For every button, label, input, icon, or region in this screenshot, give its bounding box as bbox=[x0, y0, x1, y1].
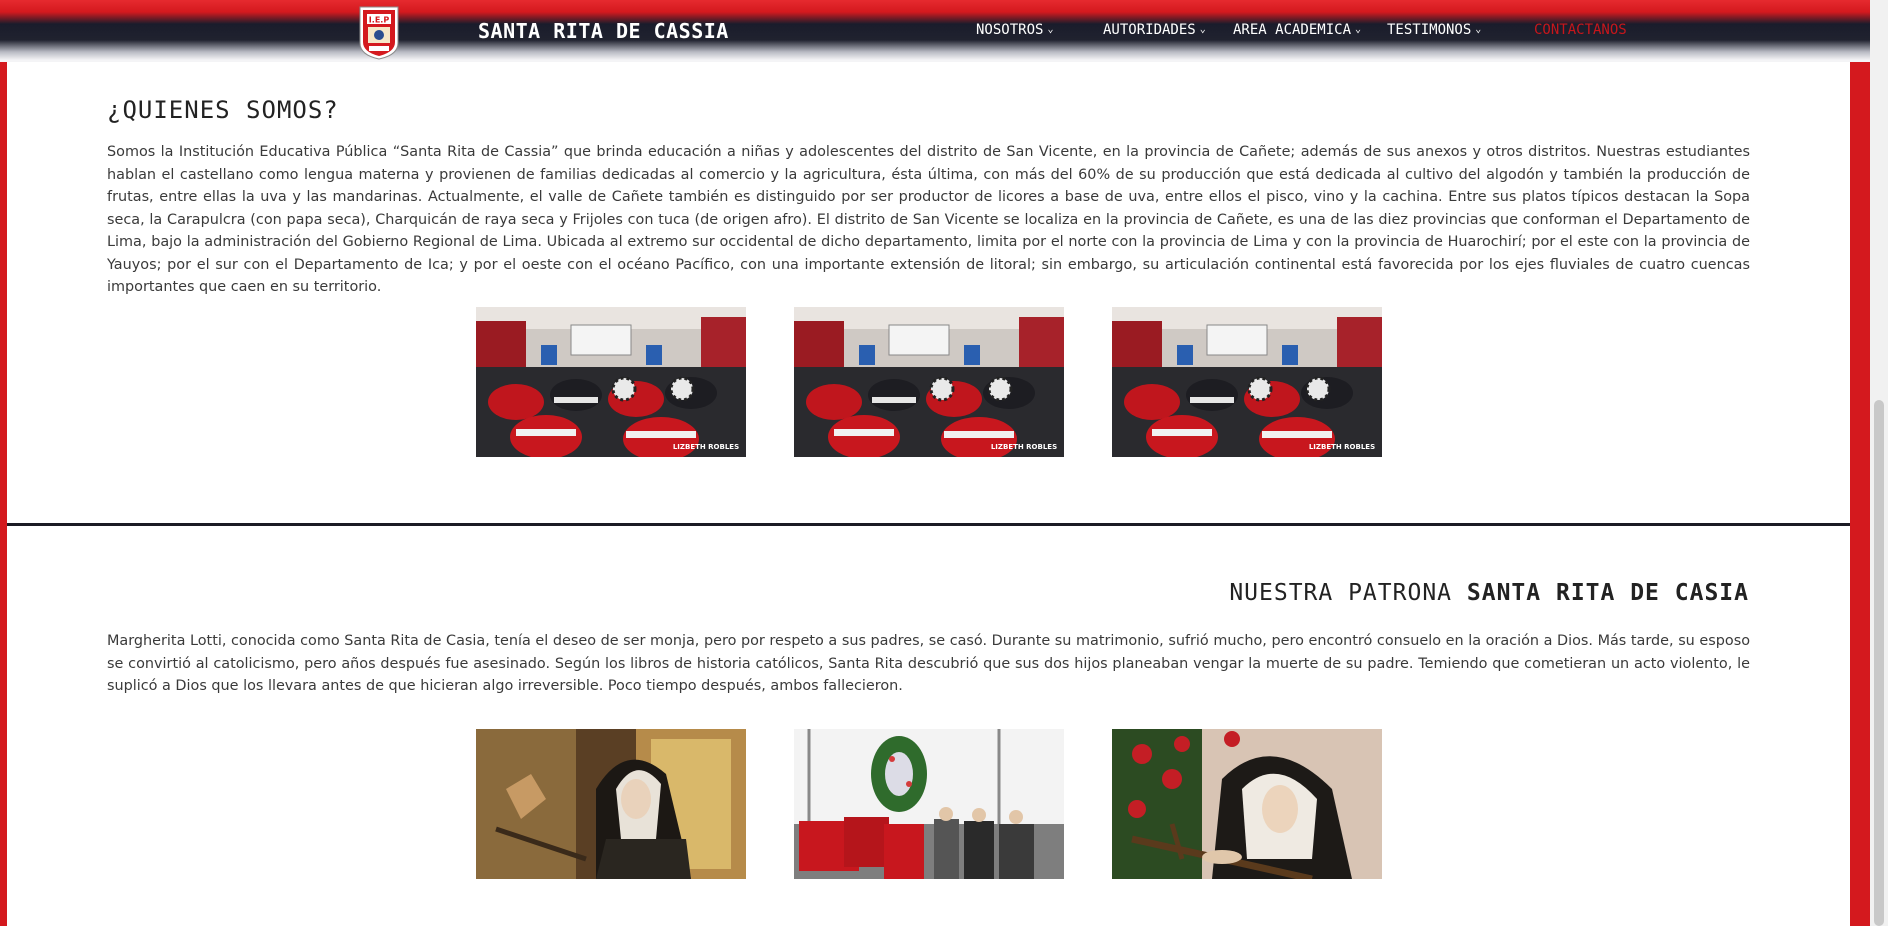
title-light: NUESTRA PATRONA bbox=[1229, 580, 1453, 606]
svg-text:LIZBETH ROBLES: LIZBETH ROBLES bbox=[1309, 443, 1375, 451]
top-navbar: I.E.P SANTA RITA DE CASSIA NOSOTROS ⌄ AUT… bbox=[0, 0, 1870, 62]
nav-autoridades[interactable]: AUTORIDADES ⌄ bbox=[1103, 22, 1206, 38]
patrona-paragraph: Margherita Lotti, conocida como Santa Ri… bbox=[107, 633, 1750, 694]
section-divider bbox=[7, 523, 1850, 526]
page-scrollbar[interactable] bbox=[1870, 0, 1888, 926]
chevron-down-icon: ⌄ bbox=[1475, 24, 1482, 35]
chevron-down-icon: ⌄ bbox=[1355, 24, 1362, 35]
svg-text:LIZBETH ROBLES: LIZBETH ROBLES bbox=[673, 443, 739, 451]
saint-statue-photo[interactable] bbox=[476, 729, 746, 879]
saint-rita-crucifix-photo[interactable] bbox=[1112, 729, 1382, 879]
nav-label: AREA ACADEMICA bbox=[1233, 22, 1352, 38]
section-title-quienes: ¿QUIENES SOMOS? bbox=[107, 96, 339, 124]
title-bold: SANTA RITA DE CASIA bbox=[1466, 580, 1749, 606]
nav-area-academica[interactable]: AREA ACADEMICA ⌄ bbox=[1233, 22, 1361, 38]
nav-nosotros[interactable]: NOSOTROS ⌄ bbox=[976, 22, 1053, 38]
section-title-patrona: NUESTRA PATRONA SANTA RITA DE CASIA bbox=[1229, 580, 1749, 606]
nav-label: TESTIMONOS bbox=[1387, 22, 1472, 38]
classroom-photo[interactable]: LIZBETH ROBLES bbox=[794, 307, 1064, 457]
chevron-down-icon: ⌄ bbox=[1199, 24, 1206, 35]
nav-label: CONTACTANOS bbox=[1534, 22, 1627, 38]
svg-text:LIZBETH ROBLES: LIZBETH ROBLES bbox=[991, 443, 1057, 451]
chevron-down-icon: ⌄ bbox=[1047, 24, 1054, 35]
svg-text:I.E.P: I.E.P bbox=[369, 16, 390, 25]
nav-contactanos[interactable]: CONTACTANOS bbox=[1534, 22, 1627, 38]
classroom-photo[interactable]: LIZBETH ROBLES bbox=[476, 307, 746, 457]
nav-label: AUTORIDADES bbox=[1103, 22, 1196, 38]
brand-title[interactable]: SANTA RITA DE CASSIA bbox=[478, 19, 729, 43]
scrollbar-thumb[interactable] bbox=[1874, 400, 1884, 926]
nav-testimonos[interactable]: TESTIMONOS ⌄ bbox=[1387, 22, 1481, 38]
quienes-paragraph: Somos la Institución Educativa Pública “… bbox=[107, 144, 1750, 295]
nav-label: NOSOTROS bbox=[976, 22, 1044, 38]
procession-photo[interactable] bbox=[794, 729, 1064, 879]
school-logo[interactable]: I.E.P bbox=[358, 5, 400, 60]
classroom-photo[interactable]: LIZBETH ROBLES bbox=[1112, 307, 1382, 457]
